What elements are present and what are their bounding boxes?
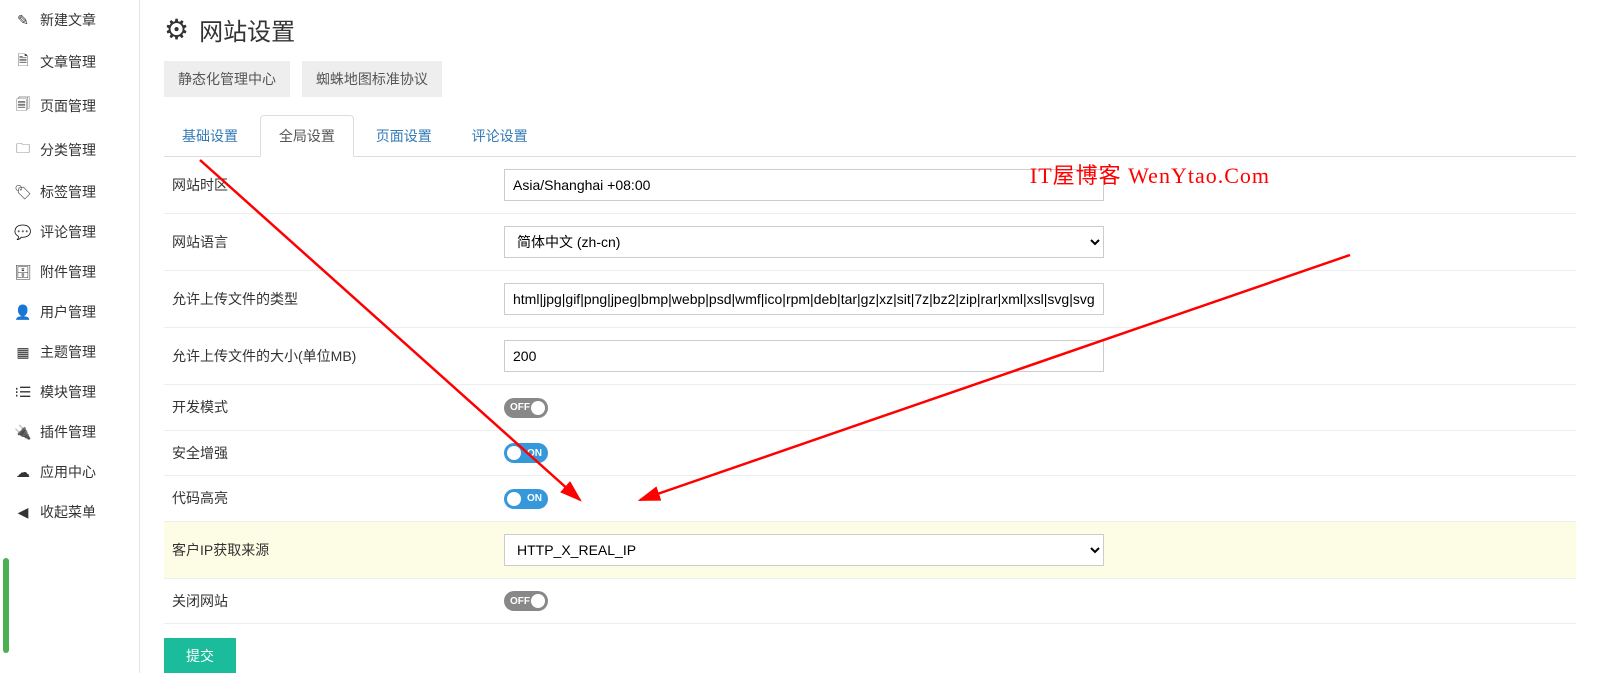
language-select[interactable]: 简体中文 (zh-cn) xyxy=(504,226,1104,258)
tab-page[interactable]: 页面设置 xyxy=(358,116,450,156)
sitemap-protocol-button[interactable]: 蜘蛛地图标准协议 xyxy=(302,61,442,97)
upload-size-input[interactable] xyxy=(504,340,1104,372)
sidebar-item-module-manage[interactable]: ⁝☰ 模块管理 xyxy=(0,372,139,412)
sidebar-item-label: 新建文章 xyxy=(40,10,96,30)
row-upload-size: 允许上传文件的大小(单位MB) xyxy=(164,328,1576,385)
sidebar-item-label: 文章管理 xyxy=(40,52,96,72)
tab-comment[interactable]: 评论设置 xyxy=(454,116,546,156)
module-icon: ⁝☰ xyxy=(14,384,32,401)
chevron-left-icon: ◀ xyxy=(14,504,32,521)
toggle-off-text: OFF xyxy=(510,596,530,607)
highlight-label: 代码高亮 xyxy=(164,488,504,508)
security-label: 安全增强 xyxy=(164,443,504,463)
pencil-icon: ✎ xyxy=(14,12,32,29)
row-security: 安全增强 ON xyxy=(164,431,1576,477)
page-title: 网站设置 xyxy=(199,12,295,47)
ip-source-select[interactable]: HTTP_X_REAL_IP xyxy=(504,534,1104,566)
toggle-knob xyxy=(507,446,521,460)
highlight-toggle[interactable]: ON xyxy=(504,489,548,509)
timezone-input[interactable] xyxy=(504,169,1104,201)
sidebar-item-label: 附件管理 xyxy=(40,262,96,282)
row-ip-source: 客户IP获取来源 HTTP_X_REAL_IP xyxy=(164,522,1576,579)
close-site-toggle[interactable]: OFF xyxy=(504,591,548,611)
cloud-icon: ☁ xyxy=(14,464,32,481)
row-close-site: 关闭网站 OFF xyxy=(164,579,1576,625)
plugin-icon: 🔌 xyxy=(14,424,32,441)
dev-mode-label: 开发模式 xyxy=(164,397,504,417)
tab-global[interactable]: 全局设置 xyxy=(260,115,354,157)
attachment-icon: 🗄 xyxy=(14,264,32,281)
toggle-knob xyxy=(531,401,545,415)
row-language: 网站语言 简体中文 (zh-cn) xyxy=(164,214,1576,271)
sidebar-item-category-manage[interactable]: 🗀 分类管理 xyxy=(0,128,139,172)
upload-size-label: 允许上传文件的大小(单位MB) xyxy=(164,346,504,366)
tag-icon: 🏷 xyxy=(14,184,32,201)
row-upload-type: 允许上传文件的类型 xyxy=(164,271,1576,328)
main-content: ⚙ 网站设置 静态化管理中心 蜘蛛地图标准协议 基础设置 全局设置 页面设置 评… xyxy=(140,0,1600,673)
close-site-label: 关闭网站 xyxy=(164,591,504,611)
page-icon: 🗐 xyxy=(14,94,32,118)
settings-tabs: 基础设置 全局设置 页面设置 评论设置 xyxy=(164,115,1576,157)
tab-basic[interactable]: 基础设置 xyxy=(164,116,256,156)
submit-button[interactable]: 提交 xyxy=(164,638,236,673)
sidebar-item-label: 插件管理 xyxy=(40,422,96,442)
sidebar-item-post-manage[interactable]: 🗎 文章管理 xyxy=(0,40,139,84)
grid-icon: ▦ xyxy=(14,344,32,361)
sidebar-item-label: 标签管理 xyxy=(40,182,96,202)
watermark-text: IT屋博客 WenYtao.Com xyxy=(1030,158,1270,190)
speech-icon: 💬 xyxy=(14,224,32,241)
user-icon: 👤 xyxy=(14,304,32,321)
sidebar: ✎ 新建文章 🗎 文章管理 🗐 页面管理 🗀 分类管理 🏷 标签管理 💬 评论管… xyxy=(0,0,140,673)
row-timezone: 网站时区 xyxy=(164,157,1576,214)
scroll-indicator xyxy=(3,558,9,653)
toggle-knob xyxy=(507,492,521,506)
folder-icon: 🗀 xyxy=(14,138,32,162)
page-header: ⚙ 网站设置 xyxy=(164,12,1576,47)
dev-mode-toggle[interactable]: OFF xyxy=(504,398,548,418)
sidebar-item-label: 主题管理 xyxy=(40,342,96,362)
security-toggle[interactable]: ON xyxy=(504,443,548,463)
sidebar-item-label: 用户管理 xyxy=(40,302,96,322)
upload-type-input[interactable] xyxy=(504,283,1104,315)
upload-type-label: 允许上传文件的类型 xyxy=(164,289,504,309)
sidebar-item-attachment-manage[interactable]: 🗄 附件管理 xyxy=(0,252,139,292)
toggle-on-text: ON xyxy=(527,448,542,459)
toggle-on-text: ON xyxy=(527,493,542,504)
row-dev-mode: 开发模式 OFF xyxy=(164,385,1576,431)
sidebar-item-page-manage[interactable]: 🗐 页面管理 xyxy=(0,84,139,128)
sidebar-item-collapse-menu[interactable]: ◀ 收起菜单 xyxy=(0,492,139,532)
sidebar-item-new-post[interactable]: ✎ 新建文章 xyxy=(0,0,139,40)
ip-source-label: 客户IP获取来源 xyxy=(164,540,504,560)
sidebar-item-comment-manage[interactable]: 💬 评论管理 xyxy=(0,212,139,252)
sidebar-item-label: 分类管理 xyxy=(40,140,96,160)
sidebar-item-label: 页面管理 xyxy=(40,96,96,116)
static-center-button[interactable]: 静态化管理中心 xyxy=(164,61,290,97)
toggle-off-text: OFF xyxy=(510,402,530,413)
gear-icon: ⚙ xyxy=(164,13,189,46)
action-buttons: 静态化管理中心 蜘蛛地图标准协议 xyxy=(164,61,1576,97)
sidebar-item-label: 模块管理 xyxy=(40,382,96,402)
sidebar-item-label: 收起菜单 xyxy=(40,502,96,522)
settings-form: 网站时区 网站语言 简体中文 (zh-cn) 允许上传文件的类型 xyxy=(164,157,1576,673)
toggle-knob xyxy=(531,594,545,608)
sidebar-item-app-center[interactable]: ☁ 应用中心 xyxy=(0,452,139,492)
document-icon: 🗎 xyxy=(14,50,32,74)
timezone-label: 网站时区 xyxy=(164,175,504,195)
sidebar-item-label: 应用中心 xyxy=(40,462,96,482)
submit-row: 提交 xyxy=(164,624,1576,673)
sidebar-item-tag-manage[interactable]: 🏷 标签管理 xyxy=(0,172,139,212)
sidebar-item-plugin-manage[interactable]: 🔌 插件管理 xyxy=(0,412,139,452)
language-label: 网站语言 xyxy=(164,232,504,252)
sidebar-item-label: 评论管理 xyxy=(40,222,96,242)
sidebar-item-theme-manage[interactable]: ▦ 主题管理 xyxy=(0,332,139,372)
sidebar-item-user-manage[interactable]: 👤 用户管理 xyxy=(0,292,139,332)
row-highlight: 代码高亮 ON xyxy=(164,476,1576,522)
